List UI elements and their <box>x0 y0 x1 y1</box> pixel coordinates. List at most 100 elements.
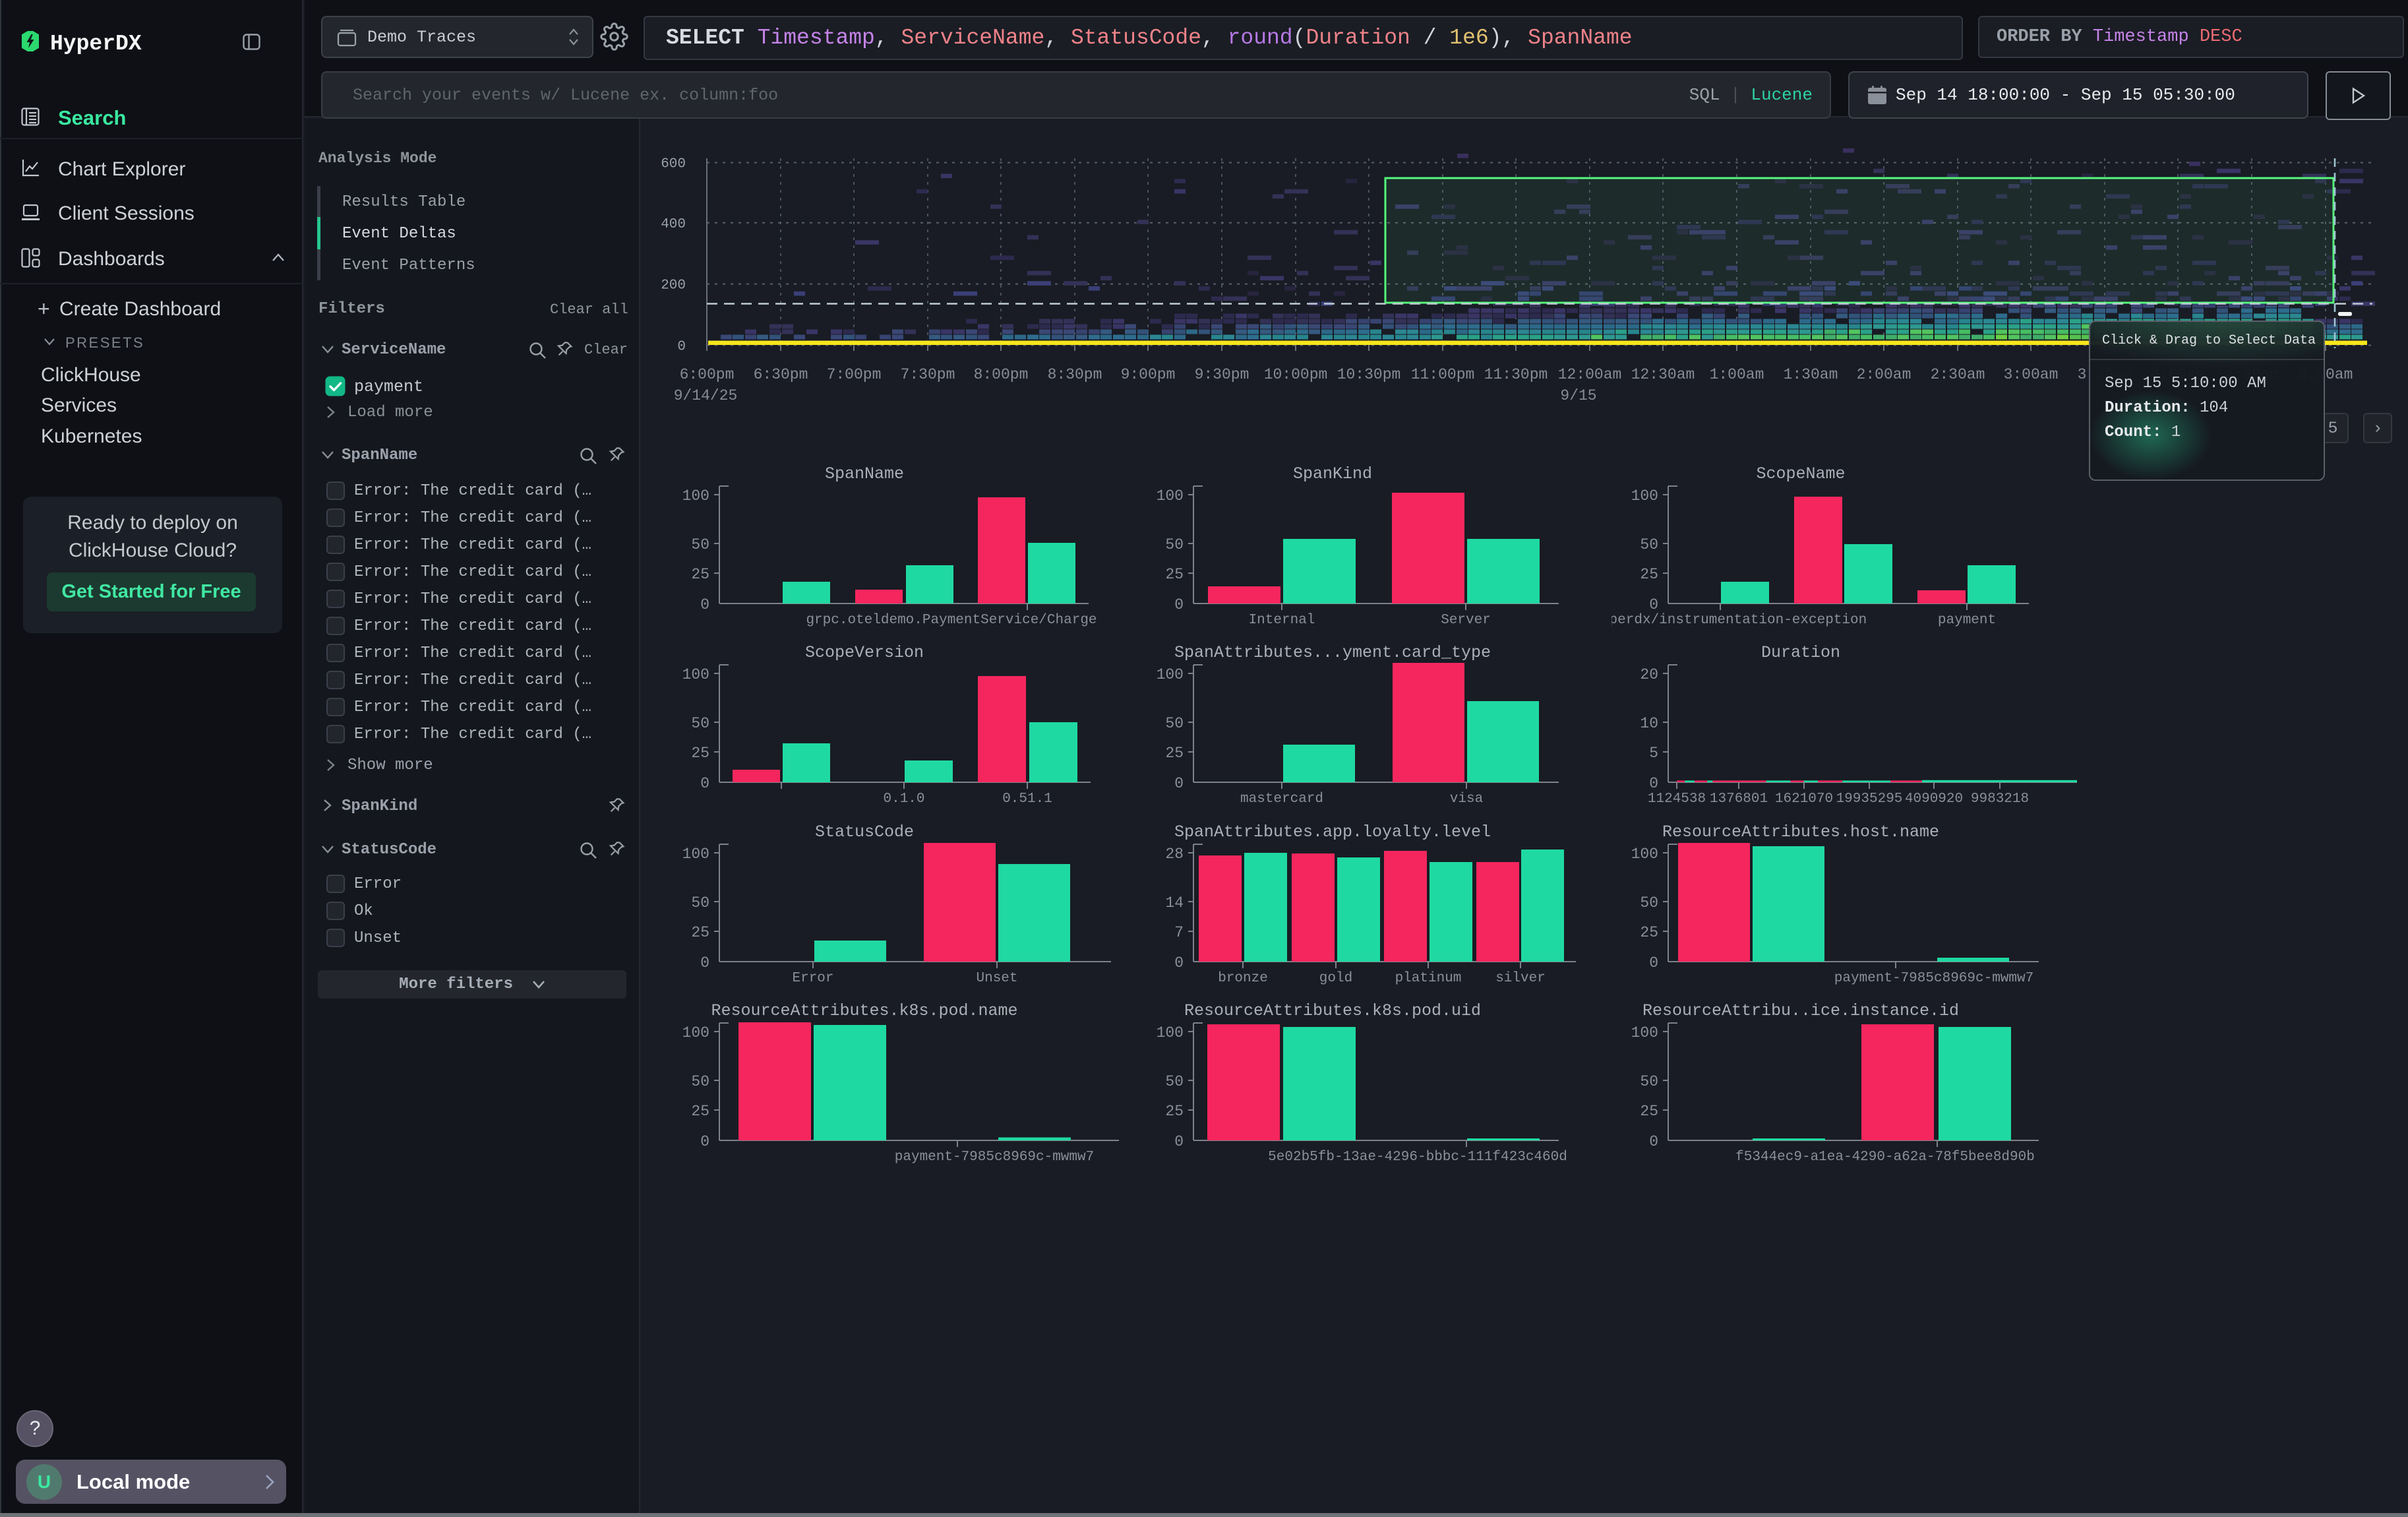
svg-text:6:30pm: 6:30pm <box>754 366 808 383</box>
svg-text:3:00am: 3:00am <box>2004 366 2059 383</box>
svg-text:0: 0 <box>700 596 709 613</box>
svg-text:50: 50 <box>1640 894 1658 912</box>
svg-text:payment-7985c8969c-mwmw7: payment-7985c8969c-mwmw7 <box>1834 971 2033 986</box>
svg-text:0: 0 <box>1649 1133 1658 1150</box>
svg-text:25: 25 <box>691 745 709 762</box>
svg-text:25: 25 <box>1640 1103 1658 1120</box>
svg-text:7: 7 <box>1174 924 1184 941</box>
svg-text:50: 50 <box>1640 536 1658 553</box>
svg-text:grpc.oteldemo.PaymentService/C: grpc.oteldemo.PaymentService/Charge <box>806 613 1097 628</box>
svg-text:10: 10 <box>1640 715 1658 732</box>
svg-text:100: 100 <box>1157 666 1184 683</box>
svg-text:ResourceAttribu..ice.instance.: ResourceAttribu..ice.instance.id <box>1642 1001 1959 1020</box>
svg-text:9/15: 9/15 <box>1560 387 1596 404</box>
svg-text:ScopeName: ScopeName <box>1756 464 1845 483</box>
svg-text:visa: visa <box>1450 791 1483 807</box>
svg-text:100: 100 <box>1631 1024 1658 1041</box>
svg-text:SpanAttributes...yment.card_ty: SpanAttributes...yment.card_type <box>1174 643 1491 662</box>
svg-text:Internal: Internal <box>1249 613 1315 628</box>
svg-text:SpanAttributes.app.loyalty.lev: SpanAttributes.app.loyalty.level <box>1174 822 1491 842</box>
svg-text:10:30pm: 10:30pm <box>1337 366 1401 383</box>
svg-text:25: 25 <box>1165 745 1184 762</box>
svg-text:200: 200 <box>661 278 686 294</box>
svg-text:28: 28 <box>1165 846 1184 863</box>
svg-text:platinum: platinum <box>1395 971 1462 986</box>
svg-text:50: 50 <box>1165 536 1184 553</box>
svg-text:0: 0 <box>677 340 686 355</box>
svg-text:7:00pm: 7:00pm <box>827 366 882 383</box>
svg-text:ResourceAttributes.k8s.pod.nam: ResourceAttributes.k8s.pod.name <box>711 1001 1017 1020</box>
svg-text:100: 100 <box>1157 487 1184 505</box>
svg-text:25: 25 <box>691 566 709 583</box>
svg-text:19935295: 19935295 <box>1836 791 1903 807</box>
svg-text:SpanName: SpanName <box>825 464 904 483</box>
svg-text:20: 20 <box>1640 666 1658 683</box>
svg-text:25: 25 <box>1640 924 1658 941</box>
svg-text:50: 50 <box>691 536 709 553</box>
svg-text:1621070: 1621070 <box>1775 791 1833 807</box>
svg-text:12:00am: 12:00am <box>1558 366 1622 383</box>
svg-text:50: 50 <box>691 715 709 732</box>
svg-text:Error: Error <box>792 971 833 986</box>
svg-text:11:30pm: 11:30pm <box>1484 366 1548 383</box>
svg-text:ScopeVersion: ScopeVersion <box>805 643 924 662</box>
svg-text:silver: silver <box>1495 971 1546 986</box>
svg-text:9/14/25: 9/14/25 <box>674 387 738 404</box>
svg-text:1124538: 1124538 <box>1648 791 1706 807</box>
svg-text:ResourceAttributes.host.name: ResourceAttributes.host.name <box>1662 822 1939 842</box>
svg-text:1:30am: 1:30am <box>1784 366 1838 383</box>
svg-text:0: 0 <box>1174 596 1184 613</box>
svg-text:0.1.0: 0.1.0 <box>883 791 924 807</box>
svg-text:0: 0 <box>700 1133 709 1150</box>
svg-text:11:00pm: 11:00pm <box>1411 366 1475 383</box>
svg-text:5: 5 <box>1649 745 1658 762</box>
svg-text:0: 0 <box>1174 1133 1184 1150</box>
svg-text:9983218: 9983218 <box>1971 791 2029 807</box>
svg-text:7:30pm: 7:30pm <box>901 366 955 383</box>
svg-text:25: 25 <box>1640 566 1658 583</box>
svg-text:25: 25 <box>691 924 709 941</box>
svg-text:0: 0 <box>1649 954 1658 972</box>
svg-text:f5344ec9-a1ea-4290-a62a-78f5be: f5344ec9-a1ea-4290-a62a-78f5bee8d90b <box>1735 1150 2035 1165</box>
svg-text:400: 400 <box>661 217 686 232</box>
svg-text:9:00pm: 9:00pm <box>1121 366 1176 383</box>
svg-text:100: 100 <box>1631 487 1658 505</box>
svg-text:4090920: 4090920 <box>1905 791 1963 807</box>
svg-text:10:00pm: 10:00pm <box>1264 366 1328 383</box>
svg-text:100: 100 <box>1631 846 1658 863</box>
svg-text:100: 100 <box>1157 1024 1184 1041</box>
svg-text:0: 0 <box>1649 775 1658 792</box>
svg-text:50: 50 <box>1165 1073 1184 1090</box>
svg-text:9:30pm: 9:30pm <box>1195 366 1249 383</box>
svg-text:25: 25 <box>1165 566 1184 583</box>
svg-text:1376801: 1376801 <box>1710 791 1768 807</box>
svg-text:5e02b5fb-13ae-4296-bbbc-111f42: 5e02b5fb-13ae-4296-bbbc-111f423c460d <box>1268 1150 1567 1165</box>
svg-text:payment: payment <box>1938 613 1996 628</box>
svg-text:Duration: Duration <box>1761 643 1840 662</box>
svg-text:ResourceAttributes.k8s.pod.uid: ResourceAttributes.k8s.pod.uid <box>1184 1001 1481 1020</box>
svg-text:0: 0 <box>700 954 709 972</box>
svg-text:8:30pm: 8:30pm <box>1048 366 1102 383</box>
svg-text:bronze: bronze <box>1218 971 1268 986</box>
svg-text:0: 0 <box>1174 775 1184 792</box>
svg-text:0: 0 <box>700 775 709 792</box>
svg-text:Server: Server <box>1441 613 1491 628</box>
svg-text:gold: gold <box>1319 971 1352 986</box>
svg-text:50: 50 <box>691 1073 709 1090</box>
svg-text:12:30am: 12:30am <box>1631 366 1695 383</box>
svg-text:50: 50 <box>691 894 709 912</box>
svg-text:14: 14 <box>1165 894 1184 912</box>
svg-text:25: 25 <box>691 1103 709 1120</box>
svg-text:2:30am: 2:30am <box>1931 366 1985 383</box>
svg-text:600: 600 <box>661 157 686 172</box>
svg-text:1:00am: 1:00am <box>1710 366 1764 383</box>
svg-text:0: 0 <box>1174 954 1184 972</box>
svg-text:0.51.1: 0.51.1 <box>1002 791 1052 807</box>
svg-text:25: 25 <box>1165 1103 1184 1120</box>
svg-text:50: 50 <box>1165 715 1184 732</box>
svg-text:100: 100 <box>682 666 709 683</box>
svg-text:6:00pm: 6:00pm <box>680 366 735 383</box>
svg-text:SpanKind: SpanKind <box>1293 464 1372 483</box>
svg-text:100: 100 <box>682 487 709 505</box>
svg-text:Unset: Unset <box>976 971 1017 986</box>
